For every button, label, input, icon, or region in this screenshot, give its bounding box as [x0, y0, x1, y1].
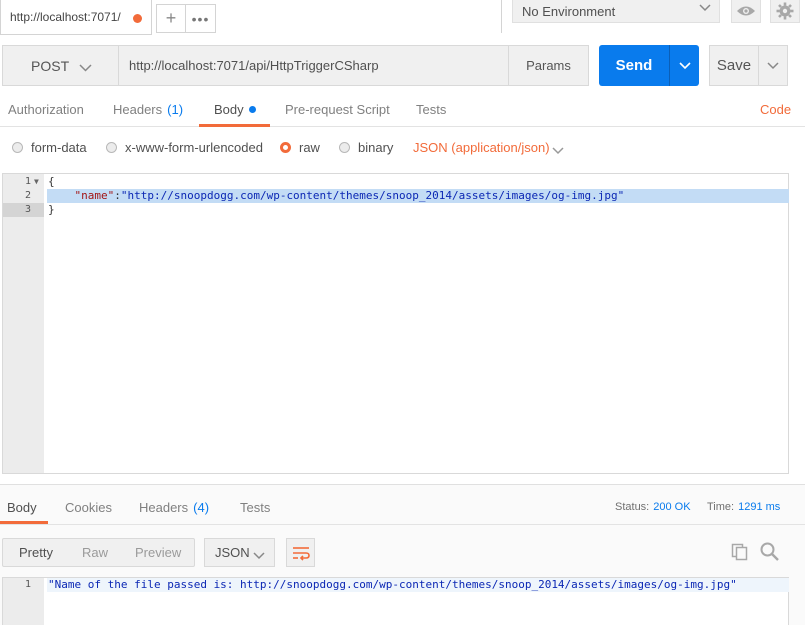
- divider: [501, 0, 502, 33]
- tab-authorization[interactable]: Authorization: [8, 93, 84, 126]
- status-label: Status:: [615, 501, 650, 513]
- content-type-select[interactable]: JSON (application/json): [413, 140, 550, 155]
- chevron-down-icon: [79, 59, 92, 75]
- line-text: "name":"http://snoopdogg.com/wp-content/…: [48, 189, 625, 203]
- tab-body-label: Body: [214, 102, 244, 117]
- wrap-lines-icon[interactable]: [286, 538, 315, 567]
- tab-headers-label: Headers: [113, 102, 163, 117]
- tab-body[interactable]: Body: [214, 93, 256, 126]
- radio-urlencoded-label: x-www-form-urlencoded: [125, 139, 263, 155]
- tab-authorization-label: Authorization: [8, 102, 84, 117]
- radio-circle-icon: [106, 141, 117, 153]
- chevron-down-icon[interactable]: [552, 143, 564, 158]
- save-button[interactable]: Save: [709, 45, 759, 86]
- editor-line: 3 }: [3, 203, 788, 217]
- send-options-chevron-icon[interactable]: [669, 45, 699, 86]
- tab-title: http://localhost:7071/: [10, 10, 121, 24]
- response-tab-headers[interactable]: Headers (4): [139, 500, 209, 515]
- response-body-text: "Name of the file passed is: http://snoo…: [48, 578, 737, 591]
- radio-raw-label: raw: [299, 139, 320, 155]
- new-tab-plus-icon[interactable]: +: [156, 4, 186, 33]
- method-select[interactable]: POST: [2, 45, 119, 86]
- response-tab-cookies[interactable]: Cookies: [65, 500, 112, 515]
- line-number: 2: [24, 190, 31, 201]
- format-select[interactable]: JSON: [204, 538, 275, 567]
- tab-headers[interactable]: Headers (1): [113, 93, 183, 126]
- save-options-chevron-icon[interactable]: [758, 45, 788, 86]
- response-tab-body[interactable]: Body: [7, 500, 37, 515]
- chevron-down-icon: [253, 548, 265, 563]
- status-value: 200 OK: [653, 501, 691, 513]
- radio-circle-icon: [339, 141, 350, 153]
- active-tab-underline: [199, 124, 270, 127]
- view-mode-group: Pretty Raw Preview: [2, 538, 195, 567]
- response-headers-label: Headers: [139, 500, 189, 515]
- time-readout: Time: 1291 ms: [707, 501, 780, 513]
- format-label: JSON: [215, 545, 250, 560]
- json-colon: :: [114, 189, 121, 202]
- json-key: "name": [74, 189, 115, 202]
- response-tab-tests[interactable]: Tests: [240, 500, 270, 515]
- radio-binary[interactable]: binary: [339, 137, 393, 157]
- radio-form-data[interactable]: form-data: [12, 137, 87, 157]
- chevron-down-icon: [699, 3, 711, 15]
- time-label: Time:: [707, 501, 735, 513]
- environment-select[interactable]: No Environment: [512, 0, 720, 23]
- copy-icon[interactable]: [731, 543, 749, 564]
- radio-form-data-label: form-data: [31, 139, 87, 155]
- status-readout: Status: 200 OK: [615, 501, 691, 513]
- request-subtabs: Authorization Headers (1) Body Pre-reque…: [0, 93, 805, 127]
- headers-count: (1): [167, 102, 184, 117]
- code-link[interactable]: Code: [760, 102, 791, 117]
- editor-line: 2 "name":"http://snoopdogg.com/wp-conten…: [3, 189, 789, 203]
- tab-bar: http://localhost:7071/ + ••• No Environm…: [0, 0, 805, 37]
- line-number: 1: [24, 176, 31, 187]
- method-label: POST: [31, 57, 70, 74]
- unsaved-dot-icon: [133, 14, 142, 23]
- editor-gutter: [3, 174, 44, 473]
- view-pretty-button[interactable]: Pretty: [19, 539, 53, 566]
- radio-urlencoded[interactable]: x-www-form-urlencoded: [106, 137, 263, 157]
- radio-selected-icon: [280, 141, 291, 153]
- divider: [0, 524, 805, 525]
- request-tab[interactable]: http://localhost:7071/: [0, 0, 152, 35]
- send-button[interactable]: Send: [599, 45, 669, 86]
- editor-line: 1 ▼ {: [3, 175, 788, 189]
- view-preview-button[interactable]: Preview: [135, 539, 181, 566]
- request-body-editor[interactable]: 1 ▼ { 2 "name":"http://snoopdogg.com/wp-…: [2, 173, 789, 474]
- line-number: 3: [24, 204, 31, 215]
- response-body-viewer[interactable]: 1 "Name of the file passed is: http://sn…: [2, 577, 789, 625]
- search-icon[interactable]: [760, 542, 779, 564]
- gear-icon[interactable]: [770, 0, 800, 23]
- response-headers-count: (4): [193, 500, 210, 515]
- line-text: {: [48, 175, 55, 188]
- line-text: }: [48, 203, 55, 216]
- params-button[interactable]: Params: [508, 45, 589, 86]
- more-tabs-icon[interactable]: •••: [186, 4, 216, 33]
- fold-arrow-icon[interactable]: ▼: [34, 175, 39, 189]
- time-value: 1291 ms: [738, 501, 781, 513]
- tab-prerequest-label: Pre-request Script: [285, 102, 390, 117]
- radio-circle-icon: [12, 141, 23, 153]
- view-raw-button[interactable]: Raw: [82, 539, 108, 566]
- url-input[interactable]: http://localhost:7071/api/HttpTriggerCSh…: [119, 45, 509, 86]
- body-modified-dot-icon: [248, 106, 256, 113]
- radio-binary-label: binary: [358, 139, 394, 155]
- tab-tests[interactable]: Tests: [416, 93, 446, 126]
- radio-raw[interactable]: raw: [280, 137, 320, 157]
- tab-pre-request-script[interactable]: Pre-request Script: [285, 93, 390, 126]
- eye-icon[interactable]: [731, 0, 761, 23]
- tab-tests-label: Tests: [416, 102, 447, 117]
- environment-label: No Environment: [522, 3, 616, 19]
- json-value: "http://snoopdogg.com/wp-content/themes/…: [120, 189, 625, 202]
- line-number: 1: [24, 579, 31, 590]
- response-line: 1 "Name of the file passed is: http://sn…: [3, 578, 789, 592]
